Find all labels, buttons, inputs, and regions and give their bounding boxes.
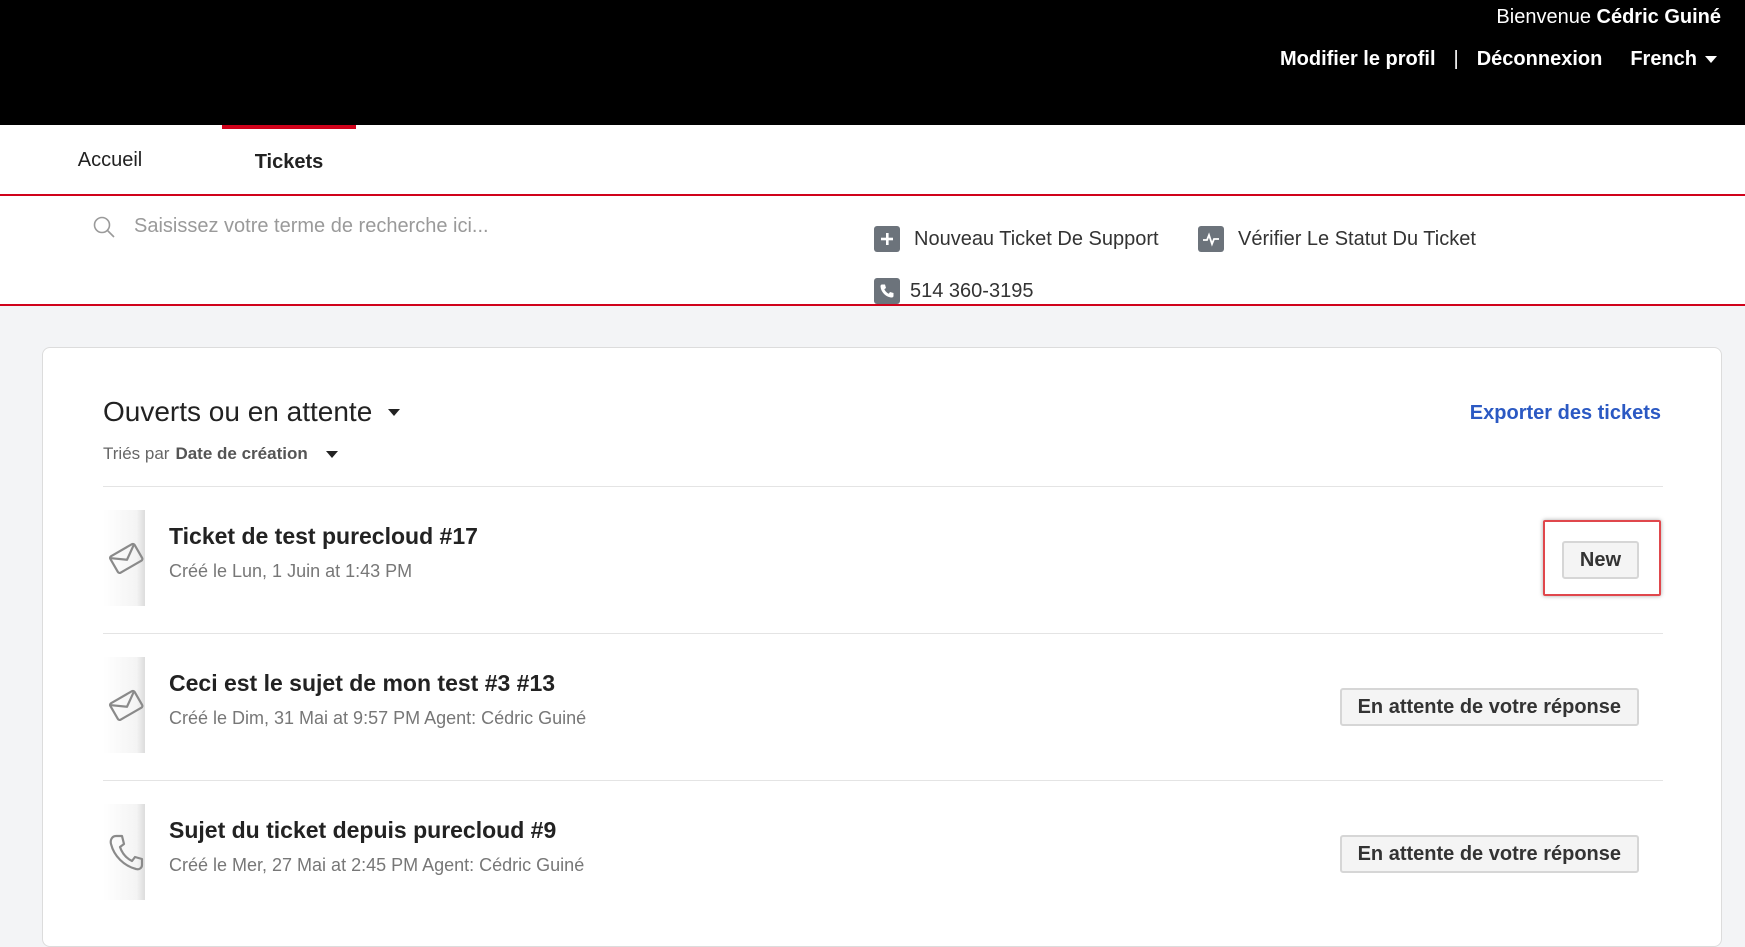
user-nav: Modifier le profil | Déconnexion French bbox=[1280, 48, 1717, 71]
tab-tickets[interactable]: Tickets bbox=[222, 125, 356, 195]
filter-label: Ouverts ou en attente bbox=[103, 396, 373, 427]
tickets-card: Ouverts ou en attente Triés par Date de … bbox=[42, 347, 1722, 947]
ticket-subject[interactable]: Ticket de test purecloud #17 bbox=[169, 523, 478, 550]
ticket-meta: Créé le Dim, 31 Mai at 9:57 PM Agent: Cé… bbox=[169, 708, 587, 728]
status-badge: En attente de votre réponse bbox=[1339, 835, 1639, 873]
phone-icon bbox=[874, 278, 900, 304]
sort-control: Triés par Date de création bbox=[103, 444, 338, 464]
phone-number: 514 360-3195 bbox=[910, 279, 1034, 302]
edit-profile-link[interactable]: Modifier le profil bbox=[1280, 48, 1436, 71]
sort-value[interactable]: Date de création bbox=[175, 444, 307, 464]
chevron-down-icon bbox=[1705, 56, 1717, 63]
search-box bbox=[92, 214, 792, 239]
status-badge: En attente de votre réponse bbox=[1339, 688, 1639, 726]
ticket-type-icon-column bbox=[103, 804, 145, 900]
language-label: French bbox=[1630, 48, 1697, 70]
ticket-type-icon-column bbox=[103, 510, 145, 606]
envelope-icon bbox=[109, 542, 144, 575]
ticket-subject[interactable]: Ceci est le sujet de mon test #3 #13 bbox=[169, 670, 555, 697]
phone-icon bbox=[109, 834, 144, 871]
envelope-icon bbox=[109, 689, 144, 722]
main-tabs: Accueil Tickets bbox=[0, 125, 1745, 195]
chevron-down-icon bbox=[388, 408, 401, 416]
pulse-icon bbox=[1198, 226, 1224, 252]
tab-accueil[interactable]: Accueil bbox=[40, 125, 180, 195]
ticket-subject[interactable]: Sujet du ticket depuis purecloud #9 bbox=[169, 817, 556, 844]
sort-chevron-down-icon[interactable] bbox=[325, 450, 338, 458]
ticket-row[interactable]: Sujet du ticket depuis purecloud #9 Créé… bbox=[103, 780, 1663, 927]
top-header: Bienvenue Cédric Guiné Modifier le profi… bbox=[0, 0, 1745, 125]
ticket-list: Ticket de test purecloud #17 Créé le Lun… bbox=[103, 486, 1663, 927]
ticket-meta: Créé le Mer, 27 Mai at 2:45 PM Agent: Cé… bbox=[169, 855, 585, 875]
nav-separator: | bbox=[1453, 48, 1459, 70]
export-tickets-link[interactable]: Exporter des tickets bbox=[1470, 402, 1661, 425]
ticket-meta: Créé le Lun, 1 Juin at 1:43 PM bbox=[169, 561, 413, 581]
search-input[interactable] bbox=[132, 214, 752, 239]
plus-icon bbox=[874, 226, 900, 252]
ticket-row[interactable]: Ceci est le sujet de mon test #3 #13 Cré… bbox=[103, 633, 1663, 780]
new-ticket-label: Nouveau Ticket De Support bbox=[914, 227, 1159, 250]
status-badge: New bbox=[1561, 541, 1639, 579]
search-action-bar: Nouveau Ticket De Support Vérifier Le St… bbox=[0, 194, 1745, 306]
support-phone[interactable]: 514 360-3195 bbox=[874, 278, 1033, 304]
welcome-prefix: Bienvenue bbox=[1496, 6, 1591, 28]
user-name: Cédric Guiné bbox=[1596, 6, 1721, 28]
ticket-row[interactable]: Ticket de test purecloud #17 Créé le Lun… bbox=[103, 486, 1663, 633]
check-status-button[interactable]: Vérifier Le Statut Du Ticket bbox=[1198, 226, 1476, 252]
search-icon bbox=[93, 216, 115, 238]
new-ticket-button[interactable]: Nouveau Ticket De Support bbox=[874, 226, 1159, 252]
language-selector[interactable]: French bbox=[1630, 48, 1717, 71]
status-filter-dropdown[interactable]: Ouverts ou en attente bbox=[103, 396, 401, 428]
check-status-label: Vérifier Le Statut Du Ticket bbox=[1238, 227, 1476, 250]
logout-link[interactable]: Déconnexion bbox=[1477, 48, 1603, 71]
sort-prefix: Triés par bbox=[103, 444, 170, 463]
welcome-message: Bienvenue Cédric Guiné bbox=[1496, 6, 1721, 29]
ticket-type-icon-column bbox=[103, 657, 145, 753]
